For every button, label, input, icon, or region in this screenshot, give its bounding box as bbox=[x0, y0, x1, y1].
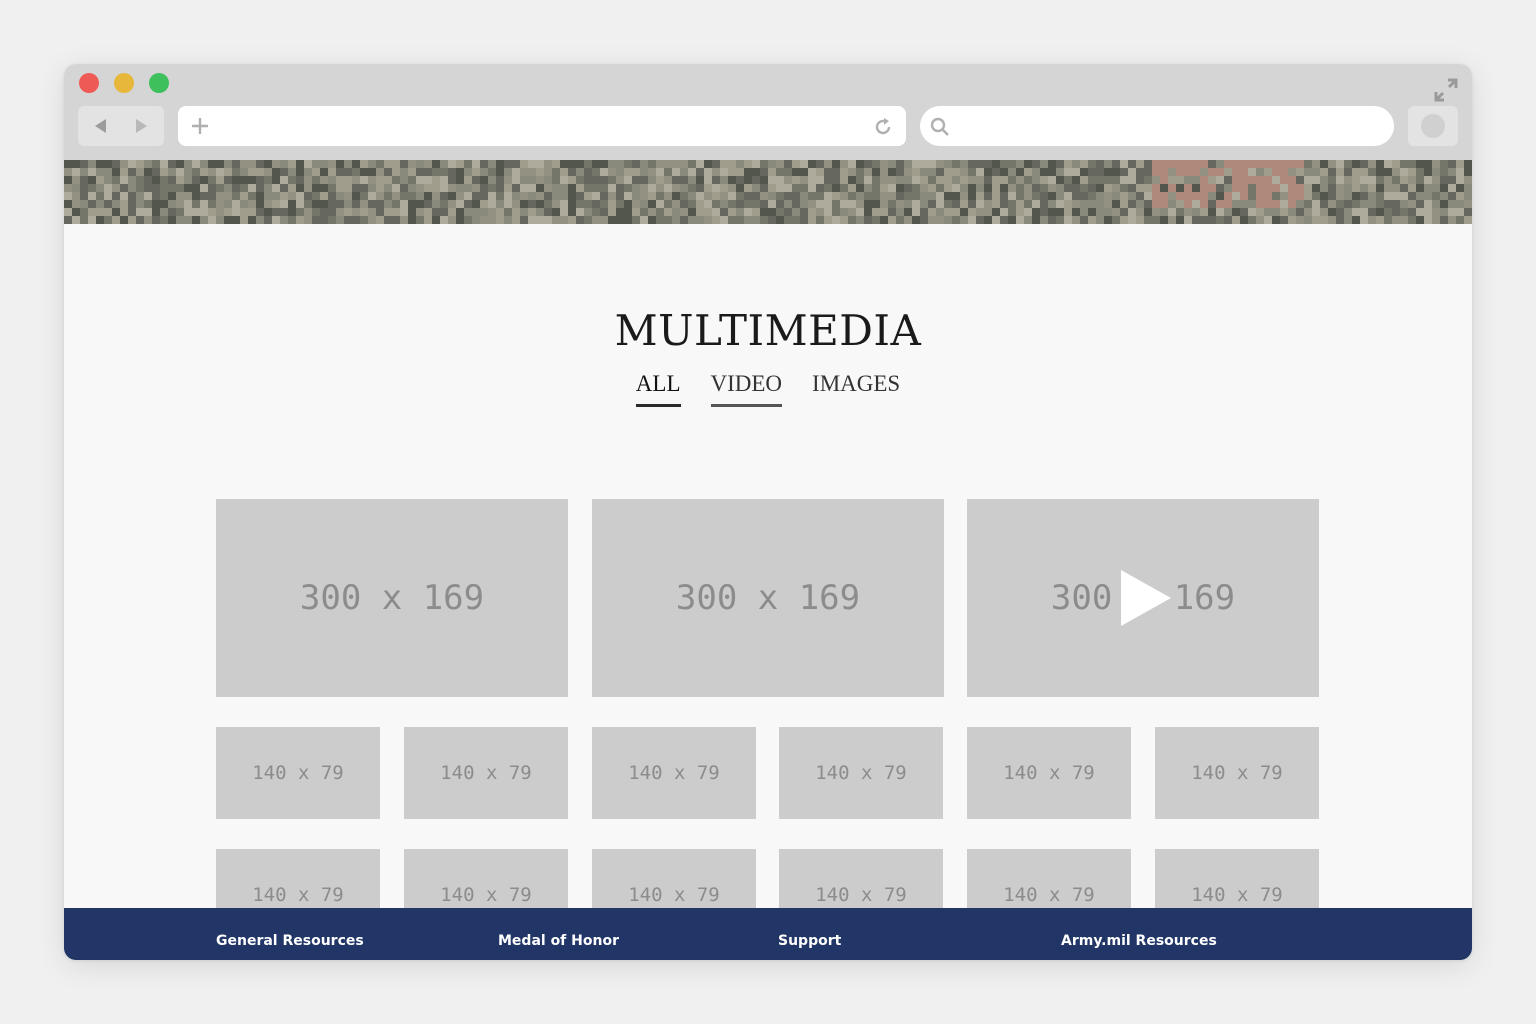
hero-camouflage-banner bbox=[64, 160, 1472, 224]
placeholder-size-label: 140 x 79 bbox=[815, 884, 907, 906]
placeholder-size-label: 140 x 79 bbox=[815, 762, 907, 784]
featured-video-item[interactable]: 300 x 169 bbox=[967, 499, 1319, 697]
page-title: MULTIMEDIA bbox=[614, 306, 922, 355]
footer-link-medal-of-honor[interactable]: Medal of Honor bbox=[498, 933, 619, 949]
extension-button[interactable] bbox=[1408, 106, 1458, 146]
browser-toolbar bbox=[64, 64, 1472, 160]
featured-media-item[interactable]: 300 x 169 bbox=[592, 499, 944, 697]
footer-link-army-mil-resources[interactable]: Army.mil Resources bbox=[1061, 933, 1217, 949]
placeholder-size-label: 300 x 169 bbox=[675, 578, 861, 618]
placeholder-size-label: 140 x 79 bbox=[1191, 884, 1283, 906]
address-input[interactable] bbox=[222, 106, 866, 148]
placeholder-size-label: 140 x 79 bbox=[440, 762, 532, 784]
thumbnail-item[interactable]: 140 x 79 bbox=[967, 727, 1131, 819]
search-icon bbox=[930, 117, 949, 136]
multimedia-section: MULTIMEDIA ALL VIDEO IMAGES 300 x 169 30… bbox=[64, 224, 1472, 941]
thumbnail-item[interactable]: 140 x 79 bbox=[779, 727, 943, 819]
back-arrow-icon[interactable] bbox=[90, 116, 112, 136]
expand-icon[interactable] bbox=[1432, 76, 1460, 104]
address-bar bbox=[178, 106, 906, 148]
placeholder-size-label: 140 x 79 bbox=[1003, 762, 1095, 784]
placeholder-size-label: 140 x 79 bbox=[628, 884, 720, 906]
media-filter-tabs: ALL VIDEO IMAGES bbox=[64, 370, 1472, 407]
thumbnail-item[interactable]: 140 x 79 bbox=[1155, 727, 1319, 819]
tab-images[interactable]: IMAGES bbox=[812, 370, 900, 407]
extension-icon bbox=[1421, 114, 1445, 138]
close-window-button[interactable] bbox=[79, 73, 99, 93]
play-icon[interactable] bbox=[1117, 568, 1173, 628]
footer-link-general-resources[interactable]: General Resources bbox=[216, 933, 364, 949]
reload-icon[interactable] bbox=[872, 116, 894, 138]
placeholder-size-label: 300 x 169 bbox=[299, 578, 485, 618]
footer-link-support[interactable]: Support bbox=[778, 933, 841, 949]
plus-icon[interactable] bbox=[190, 116, 210, 136]
thumbnail-item[interactable]: 140 x 79 bbox=[404, 727, 568, 819]
tab-all[interactable]: ALL bbox=[635, 370, 681, 407]
site-footer: General Resources Medal of Honor Support… bbox=[64, 908, 1472, 960]
placeholder-size-label: 140 x 79 bbox=[628, 762, 720, 784]
forward-arrow-icon[interactable] bbox=[130, 116, 152, 136]
placeholder-size-label: 140 x 79 bbox=[252, 762, 344, 784]
placeholder-size-label: 140 x 79 bbox=[1191, 762, 1283, 784]
browser-search-input[interactable] bbox=[964, 106, 1378, 148]
zoom-window-button[interactable] bbox=[149, 73, 169, 93]
featured-media-item[interactable]: 300 x 169 bbox=[216, 499, 568, 697]
browser-window: MULTIMEDIA ALL VIDEO IMAGES 300 x 169 30… bbox=[64, 64, 1472, 960]
placeholder-size-label: 140 x 79 bbox=[440, 884, 532, 906]
thumbnail-item[interactable]: 140 x 79 bbox=[592, 727, 756, 819]
minimize-window-button[interactable] bbox=[114, 73, 134, 93]
placeholder-size-label: 140 x 79 bbox=[1003, 884, 1095, 906]
camo-shade bbox=[64, 160, 1472, 224]
browser-search-bar bbox=[920, 106, 1394, 148]
navigation-buttons bbox=[78, 106, 164, 146]
thumbnail-item[interactable]: 140 x 79 bbox=[216, 727, 380, 819]
tab-video[interactable]: VIDEO bbox=[710, 370, 783, 407]
placeholder-size-label: 140 x 79 bbox=[252, 884, 344, 906]
